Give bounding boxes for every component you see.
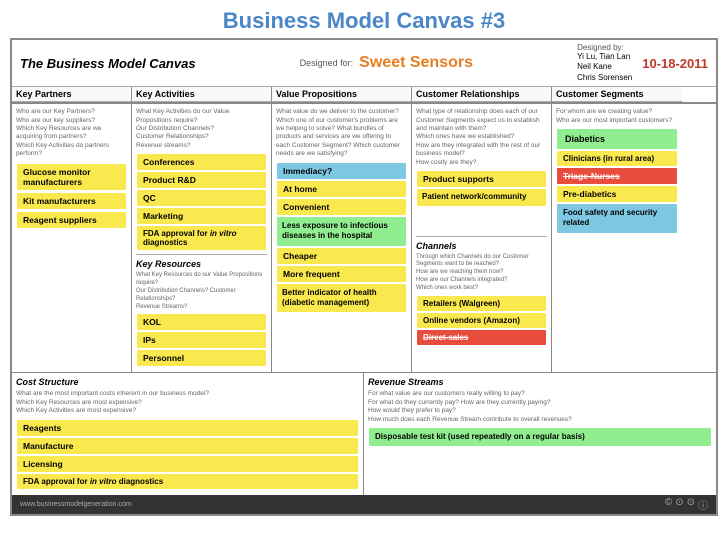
channels-questions: Through which Channels do our Customer S… bbox=[416, 254, 547, 293]
vp-more-frequent: More frequent bbox=[277, 266, 406, 282]
canvas-footer: www.businessmodelgeneration.com © ⊙ ⊙ ⓘ bbox=[12, 495, 716, 514]
canvas-main: Who are our Key Partners?Who are our key… bbox=[12, 103, 716, 372]
activity-qc: QC bbox=[137, 190, 266, 206]
key-activities-section: What Key Activities do our Value Proposi… bbox=[132, 104, 272, 372]
col-header-customer-seg: Customer Segments bbox=[552, 87, 682, 102]
column-headers: Key Partners Key Activities Value Propos… bbox=[12, 87, 716, 103]
designed-for-label: Designed for: bbox=[300, 58, 354, 68]
channel-retailers: Retailers (Walgreen) bbox=[417, 296, 546, 311]
vp-cheaper: Cheaper bbox=[277, 248, 406, 264]
circle-icon-2: ⊙ bbox=[687, 497, 695, 512]
revenue-streams-title: Revenue Streams bbox=[368, 377, 712, 387]
activity-conferences: Conferences bbox=[137, 154, 266, 170]
cost-licensing: Licensing bbox=[17, 456, 358, 472]
canvas-bottom: Cost Structure What are the most importa… bbox=[12, 372, 716, 494]
customer-rel-questions: What type of relationship does each of o… bbox=[416, 108, 547, 167]
key-partner-3: Reagent suppliers bbox=[17, 212, 126, 228]
revenue-streams-section: Revenue Streams For what value are our c… bbox=[364, 373, 716, 494]
key-resources-divider bbox=[136, 254, 267, 255]
circle-icon-1: ⊙ bbox=[675, 497, 683, 512]
cs-triage-nurses: Triage-Nurses bbox=[557, 168, 677, 184]
value-props-section: What value do we deliver to the customer… bbox=[272, 104, 412, 372]
footer-icons: © ⊙ ⊙ ⓘ bbox=[665, 497, 708, 512]
cost-manufacture: Manufacture bbox=[17, 438, 358, 454]
key-resources-title: Key Resources bbox=[136, 259, 267, 269]
key-resources-questions: What Key Resources do our Value Proposit… bbox=[136, 272, 267, 311]
resource-kol: KOL bbox=[137, 314, 266, 330]
cr-patient-network: Patient network/community bbox=[417, 189, 546, 205]
designed-by-value: Yi Lu, Tian LanNeil KaneChris Sorensen bbox=[577, 52, 632, 83]
customer-rel-section: What type of relationship does each of o… bbox=[412, 104, 552, 372]
channel-online: Online vendors (Amazon) bbox=[417, 313, 546, 328]
customer-seg-section: For whom are we creating value?Who are o… bbox=[552, 104, 682, 372]
key-partners-section: Who are our Key Partners?Who are our key… bbox=[12, 104, 132, 372]
cost-fda: FDA approval for in vitro diagnostics bbox=[17, 474, 358, 489]
value-props-questions: What value do we deliver to the customer… bbox=[276, 108, 407, 159]
key-partner-1: Glucose monitor manufacturers bbox=[17, 164, 126, 190]
canvas-brand-title: The Business Model Canvas bbox=[20, 56, 196, 71]
canvas-date: 10-18-2011 bbox=[642, 56, 708, 71]
key-partner-2: Kit manufacturers bbox=[17, 193, 126, 209]
vp-less-exposure: Less exposure to infectious diseases in … bbox=[277, 217, 406, 246]
channels-title: Channels bbox=[416, 241, 547, 251]
channel-direct-sales: Direct-sales bbox=[417, 330, 546, 345]
designed-for-value: Sweet Sensors bbox=[359, 54, 473, 72]
canvas-header: The Business Model Canvas Designed for: … bbox=[12, 40, 716, 87]
col-header-customer-rel: Customer Relationships bbox=[412, 87, 552, 102]
designed-by-label: Designed by: bbox=[577, 43, 632, 52]
copyright-icon: © bbox=[665, 497, 672, 512]
cr-product-supports: Product supports bbox=[417, 171, 546, 187]
info-icon: ⓘ bbox=[698, 497, 708, 512]
vp-better-indicator: Better indicator of health (diabetic man… bbox=[277, 284, 406, 313]
col-header-key-partners: Key Partners bbox=[12, 87, 132, 102]
vp-convenient: Convenient bbox=[277, 199, 406, 215]
key-partners-questions: Who are our Key Partners?Who are our key… bbox=[16, 108, 127, 159]
cost-reagents: Reagents bbox=[17, 420, 358, 436]
revenue-disposable: Disposable test kit (used repeatedly on … bbox=[369, 428, 711, 446]
activity-marketing: Marketing bbox=[137, 208, 266, 224]
key-activities-questions: What Key Activities do our Value Proposi… bbox=[136, 108, 267, 150]
cs-clinicians: Clinicians (in rural area) bbox=[557, 151, 677, 166]
col-header-key-activities: Key Activities bbox=[132, 87, 272, 102]
canvas-wrapper: The Business Model Canvas Designed for: … bbox=[10, 38, 718, 516]
activity-product-rd: Product R&D bbox=[137, 172, 266, 188]
cost-structure-section: Cost Structure What are the most importa… bbox=[12, 373, 364, 494]
vp-immediacy: Immediacy? bbox=[277, 163, 406, 179]
cost-structure-questions: What are the most important costs inhere… bbox=[16, 390, 359, 415]
cost-structure-title: Cost Structure bbox=[16, 377, 359, 387]
cs-pre-diabetics: Pre-diabetics bbox=[557, 186, 677, 202]
vp-at-home: At home bbox=[277, 181, 406, 197]
channels-divider bbox=[416, 236, 547, 237]
resource-ips: IPs bbox=[137, 332, 266, 348]
customer-seg-questions: For whom are we creating value?Who are o… bbox=[556, 108, 678, 125]
resource-personnel: Personnel bbox=[137, 350, 266, 366]
activity-fda: FDA approval for in vitro diagnostics bbox=[137, 226, 266, 250]
cs-diabetics: Diabetics bbox=[557, 129, 677, 149]
col-header-value-props: Value Propositions bbox=[272, 87, 412, 102]
revenue-streams-questions: For what value are our customers really … bbox=[368, 390, 712, 424]
footer-url: www.businessmodelgeneration.com bbox=[20, 501, 132, 508]
cs-food-safety: Food safety and security related bbox=[557, 204, 677, 233]
page-title: Business Model Canvas #3 bbox=[0, 0, 728, 38]
